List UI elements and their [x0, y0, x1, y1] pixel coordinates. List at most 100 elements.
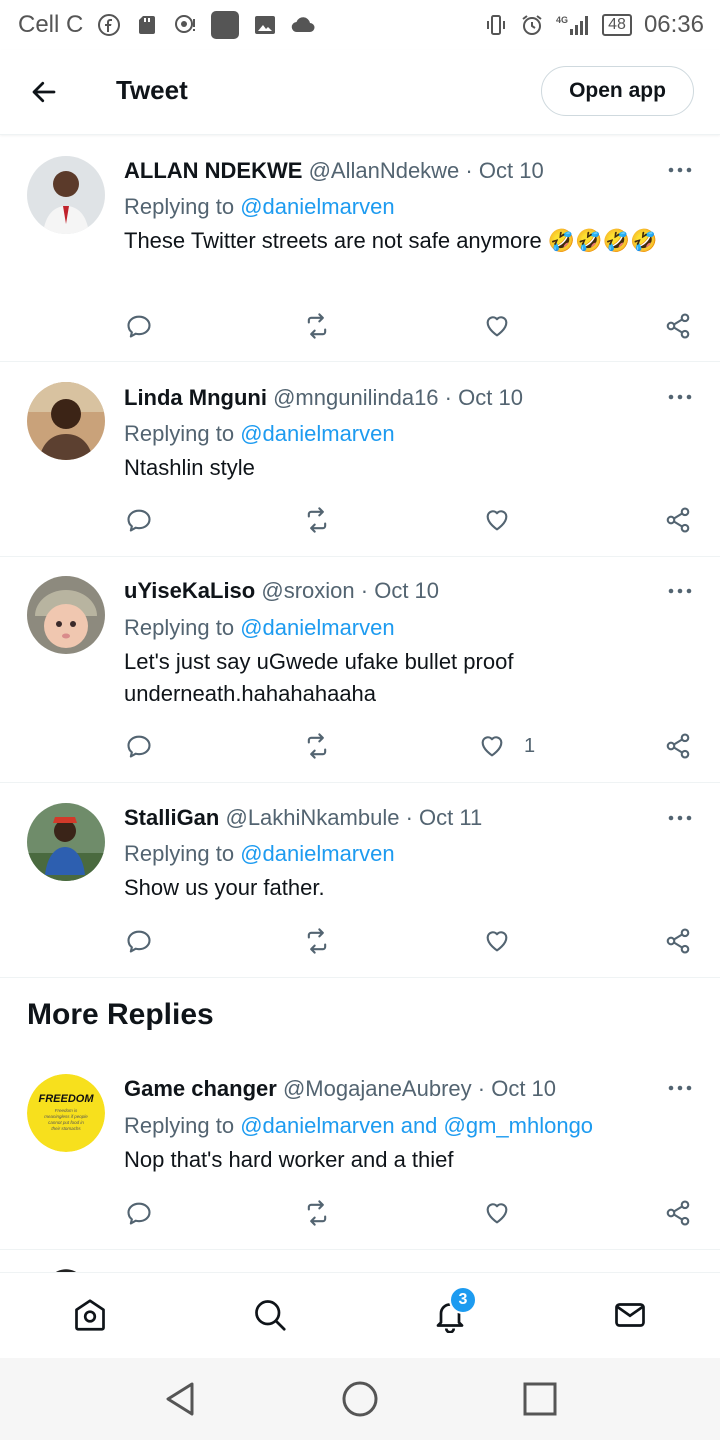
open-app-button[interactable]: Open app [541, 66, 694, 116]
more-options-button[interactable] [664, 581, 696, 601]
like-button[interactable] [483, 1193, 511, 1233]
tweet[interactable]: StalliGan @LakhiNkambule · Oct 11 Replyi… [0, 783, 720, 978]
share-button[interactable] [664, 500, 692, 540]
heart-icon [486, 316, 508, 337]
status-bar-right: 4G 48 06:36 [484, 11, 704, 39]
nav-home[interactable] [70, 1295, 110, 1335]
more-options-button[interactable] [664, 808, 696, 828]
tweet-date[interactable]: Oct 11 [419, 805, 482, 830]
like-button[interactable]: 1 [478, 726, 535, 766]
more-dots-icon [668, 588, 692, 594]
avatar-logo-subtext: meaningless if people [44, 1114, 88, 1119]
handle[interactable]: @MogajaneAubrey [283, 1076, 472, 1101]
share-button[interactable] [664, 726, 692, 766]
notifications-badge: 3 [449, 1286, 477, 1314]
gallery-icon [253, 13, 277, 37]
tweet[interactable]: FREEDOM Freedom is meaningless if people… [0, 1054, 720, 1250]
retweet-button[interactable] [303, 1193, 331, 1233]
display-name[interactable]: Game changer [124, 1076, 277, 1101]
status-bar-left: Cell C [18, 11, 315, 39]
avatar-logo-subtext: cannot put food in [48, 1120, 84, 1125]
like-button[interactable] [483, 306, 511, 346]
nav-messages[interactable] [610, 1295, 650, 1335]
like-button[interactable] [483, 921, 511, 961]
like-button[interactable] [483, 500, 511, 540]
handle[interactable]: @LakhiNkambule [225, 805, 399, 830]
square-recents-icon [523, 1382, 557, 1416]
network-type-label: 4G [556, 15, 568, 25]
tweet-actions: 1 [0, 726, 720, 766]
more-dots-icon [668, 1085, 692, 1091]
reply-icon [127, 509, 151, 532]
mention-link[interactable]: @danielmarven and @gm_mhlongo [240, 1113, 593, 1138]
avatar[interactable]: FREEDOM Freedom is meaningless if people… [27, 1074, 105, 1152]
avatar[interactable] [27, 803, 105, 881]
more-options-button[interactable] [664, 160, 696, 180]
tweet-header: Game changer @MogajaneAubrey · Oct 10 [124, 1076, 556, 1102]
retweet-button[interactable] [303, 921, 331, 961]
battery-indicator: 48 [602, 14, 632, 36]
like-count: 1 [524, 734, 536, 757]
tweet-header: StalliGan @LakhiNkambule · Oct 11 [124, 805, 482, 831]
share-icon [666, 313, 690, 339]
tweet-actions [0, 306, 720, 346]
system-recents-button[interactable] [519, 1378, 561, 1420]
tweet-date[interactable]: Oct 10 [491, 1076, 556, 1101]
mention-link[interactable]: @danielmarven [240, 841, 394, 866]
triangle-back-icon [166, 1382, 194, 1416]
replying-to-label: Replying to [124, 841, 241, 866]
avatar[interactable] [27, 576, 105, 654]
mail-icon [615, 1303, 645, 1327]
heart-icon [486, 931, 508, 952]
display-name[interactable]: ALLAN NDEKWE [124, 158, 302, 183]
share-button[interactable] [664, 306, 692, 346]
tweet-date[interactable]: Oct 10 [374, 578, 439, 603]
display-name[interactable]: Linda Mnguni [124, 385, 267, 410]
mention-link[interactable]: @danielmarven [240, 615, 394, 640]
separator: · [360, 578, 369, 603]
reply-button[interactable] [125, 306, 153, 346]
mention-link[interactable]: @danielmarven [240, 421, 394, 446]
reply-button[interactable] [125, 500, 153, 540]
handle[interactable]: @mngunilinda16 [273, 385, 438, 410]
retweet-button[interactable] [303, 726, 331, 766]
heart-icon [486, 1203, 508, 1224]
reply-button[interactable] [125, 726, 153, 766]
avatar[interactable] [27, 156, 105, 234]
replying-to: Replying to @danielmarven [124, 841, 395, 867]
system-home-button[interactable] [339, 1378, 381, 1420]
tweet[interactable]: uYiseKaLiso @sroxion · Oct 10 Replying t… [0, 557, 720, 783]
tweet-date[interactable]: Oct 10 [458, 385, 523, 410]
display-name[interactable]: uYiseKaLiso [124, 578, 255, 603]
back-button[interactable] [24, 72, 64, 112]
reply-button[interactable] [125, 921, 153, 961]
display-name[interactable]: StalliGan [124, 805, 219, 830]
top-bar: Tweet Open app [0, 50, 720, 135]
reply-button[interactable] [125, 1193, 153, 1233]
more-options-button[interactable] [664, 1078, 696, 1098]
system-back-button[interactable] [159, 1378, 201, 1420]
search-icon [255, 1300, 286, 1331]
more-options-button[interactable] [664, 387, 696, 407]
tweet-header: ALLAN NDEKWE @AllanNdekwe · Oct 10 [124, 158, 544, 184]
avatar-logo-subtext: Freedom is [55, 1108, 78, 1113]
share-icon [666, 733, 690, 759]
avatar[interactable] [27, 382, 105, 460]
more-replies-heading: More Replies [27, 998, 214, 1031]
tweet[interactable]: Linda Mnguni @mngunilinda16 · Oct 10 Rep… [0, 362, 720, 557]
replying-to-label: Replying to [124, 421, 241, 446]
handle[interactable]: @sroxion [261, 578, 354, 603]
handle[interactable]: @AllanNdekwe [309, 158, 460, 183]
nav-search[interactable] [250, 1295, 290, 1335]
page-title: Tweet [116, 75, 188, 105]
share-button[interactable] [664, 1193, 692, 1233]
retweet-button[interactable] [303, 306, 331, 346]
retweet-button[interactable] [303, 500, 331, 540]
more-dots-icon [668, 167, 692, 173]
tweet-date[interactable]: Oct 10 [479, 158, 544, 183]
carrier-label: Cell C [18, 11, 84, 38]
mention-link[interactable]: @danielmarven [240, 194, 394, 219]
tweet[interactable]: ALLAN NDEKWE @AllanNdekwe · Oct 10 Reply… [0, 134, 720, 362]
tweet-text: Ntashlin style [124, 455, 255, 480]
share-button[interactable] [664, 921, 692, 961]
